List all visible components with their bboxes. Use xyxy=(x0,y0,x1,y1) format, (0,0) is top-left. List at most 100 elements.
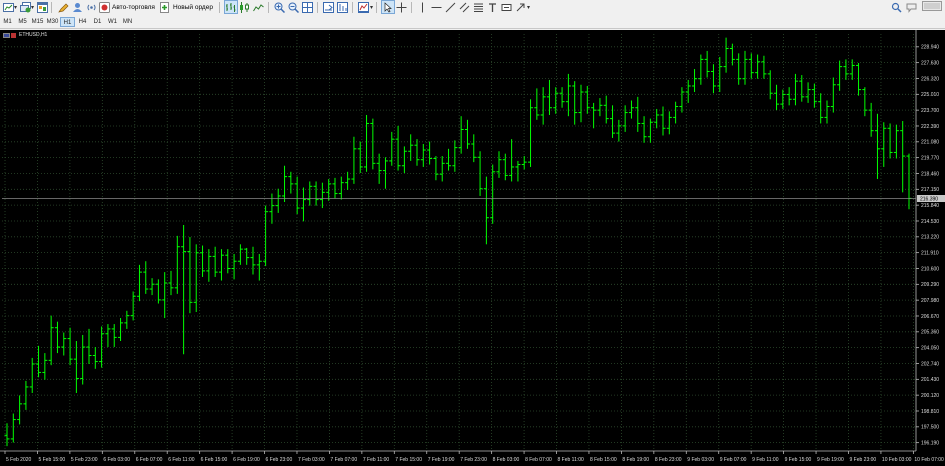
time-tick-label: 5 Feb 2020 xyxy=(6,457,32,463)
autotrading-button[interactable]: Авто-торговля xyxy=(97,1,158,13)
time-tick-label: 7 Feb 07:00 xyxy=(330,457,357,463)
chat-button[interactable] xyxy=(905,1,917,13)
fibonacci-icon xyxy=(473,1,485,13)
price-tick-label: 228.940 xyxy=(921,45,939,51)
time-tick-label: 7 Feb 15:00 xyxy=(395,457,422,463)
price-chart[interactable]: 228.940 227.630 226.320 225.010 223.700 222.3… xyxy=(0,30,945,466)
time-tick-label: 9 Feb 19:00 xyxy=(817,457,844,463)
crosshair-button[interactable] xyxy=(396,1,408,13)
market-watch-button[interactable] xyxy=(57,1,69,13)
chart-symbol-label: ETHUSD,H1 xyxy=(3,32,47,38)
time-tick-label: 7 Feb 19:00 xyxy=(428,457,455,463)
timeframe-h4[interactable]: H4 xyxy=(75,17,90,27)
price-tick-label: 214.530 xyxy=(921,219,939,225)
timeframe-toolbar: M1 M5 M15 M30 H1 H4 D1 W1 MN xyxy=(0,15,945,29)
chart-shift-button[interactable] xyxy=(323,1,335,13)
cursor-icon xyxy=(382,1,394,13)
arrows-button[interactable]: ▾ xyxy=(515,1,530,13)
search-button[interactable] xyxy=(890,1,902,13)
time-tick-label: 6 Feb 23:00 xyxy=(266,457,293,463)
text-button[interactable] xyxy=(487,1,499,13)
label-button[interactable] xyxy=(501,1,513,13)
timeframe-h1[interactable]: H1 xyxy=(60,16,75,27)
price-tick-label: 223.700 xyxy=(921,108,939,114)
profiles-button[interactable]: ▾ xyxy=(19,1,34,13)
arrows-icon xyxy=(515,1,527,13)
time-tick-label: 8 Feb 23:00 xyxy=(655,457,682,463)
time-tick-label: 10 Feb 03:00 xyxy=(882,457,912,463)
price-tick-label: 207.980 xyxy=(921,298,939,304)
autoscroll-button[interactable] xyxy=(337,1,349,13)
time-tick-label: 6 Feb 19:00 xyxy=(233,457,260,463)
timeframe-d1[interactable]: D1 xyxy=(90,17,105,27)
price-tick-label: 200.120 xyxy=(921,393,939,399)
autoscroll-icon xyxy=(337,1,349,13)
time-tick-label: 5 Feb 15:00 xyxy=(38,457,65,463)
connection-icon xyxy=(922,1,942,14)
windows-icon xyxy=(36,1,48,13)
trendline-icon xyxy=(445,1,457,13)
indicators-button[interactable]: ▾ xyxy=(358,1,373,13)
main-toolbar: ▾ ▾ Авто-торговля Новый ордер ▾ ▾ xyxy=(0,0,945,14)
price-tick-label: 202.740 xyxy=(921,361,939,367)
timeframe-mn[interactable]: MN xyxy=(120,17,135,27)
chevron-down-icon: ▾ xyxy=(31,4,35,11)
chat-icon xyxy=(905,1,917,13)
time-tick-label: 7 Feb 03:00 xyxy=(298,457,325,463)
time-tick-label: 9 Feb 07:00 xyxy=(720,457,747,463)
signals-button[interactable] xyxy=(85,1,97,13)
navigator-button[interactable] xyxy=(71,1,83,13)
price-tick-label: 205.360 xyxy=(921,330,939,336)
timeframe-m15[interactable]: M15 xyxy=(30,17,45,27)
chart-canvas: 228.940 227.630 226.320 225.010 223.700 222.3… xyxy=(0,30,945,463)
tile-windows-button[interactable] xyxy=(302,1,314,13)
candlestick-button[interactable] xyxy=(239,1,251,13)
current-price-label: 216.390 xyxy=(920,196,938,202)
fibonacci-button[interactable] xyxy=(473,1,485,13)
timeframe-m5[interactable]: M5 xyxy=(15,17,30,27)
time-tick-label: 6 Feb 15:00 xyxy=(201,457,228,463)
line-chart-button[interactable] xyxy=(253,1,265,13)
time-tick-label: 6 Feb 07:00 xyxy=(136,457,163,463)
timeframe-m1[interactable]: M1 xyxy=(0,17,15,27)
new-chart-icon xyxy=(2,1,14,13)
channel-icon xyxy=(459,1,471,13)
vertical-line-button[interactable] xyxy=(417,1,429,13)
server-status xyxy=(922,1,942,14)
chevron-down-icon: ▾ xyxy=(369,4,373,11)
toolbar-divider xyxy=(51,1,53,13)
window-button[interactable] xyxy=(36,1,48,13)
zoom-in-icon xyxy=(274,1,286,13)
time-tick-label: 9 Feb 11:00 xyxy=(752,457,779,463)
time-tick-label: 8 Feb 19:00 xyxy=(622,457,649,463)
label-icon xyxy=(501,1,513,13)
price-tick-label: 227.630 xyxy=(921,60,939,66)
new-order-button[interactable]: Новый ордер xyxy=(158,1,216,13)
candlestick-icon xyxy=(239,1,251,13)
price-tick-label: 221.080 xyxy=(921,140,939,146)
timeframe-w1[interactable]: W1 xyxy=(105,17,120,27)
zoom-in-button[interactable] xyxy=(274,1,286,13)
zoom-out-button[interactable] xyxy=(288,1,300,13)
text-icon xyxy=(487,1,499,13)
search-icon xyxy=(890,1,902,13)
time-tick-label: 8 Feb 07:00 xyxy=(525,457,552,463)
channel-button[interactable] xyxy=(459,1,471,13)
crosshair-icon xyxy=(396,1,408,13)
time-tick-label: 8 Feb 03:00 xyxy=(493,457,520,463)
toolbar-divider xyxy=(375,1,377,13)
price-tick-label: 196.190 xyxy=(921,440,939,446)
trendline-button[interactable] xyxy=(445,1,457,13)
broadcast-icon xyxy=(85,1,97,13)
price-tick-label: 226.320 xyxy=(921,76,939,82)
price-tick-label: 217.150 xyxy=(921,187,939,193)
cursor-button[interactable] xyxy=(380,0,395,14)
new-chart-button[interactable]: ▾ xyxy=(2,1,17,13)
chevron-down-icon: ▾ xyxy=(14,4,18,11)
price-tick-label: 197.500 xyxy=(921,425,939,431)
price-tick-label: 218.460 xyxy=(921,171,939,177)
bar-chart-button[interactable] xyxy=(223,0,238,14)
horizontal-line-button[interactable] xyxy=(431,1,443,13)
new-order-label: Новый ордер xyxy=(172,3,213,11)
timeframe-m30[interactable]: M30 xyxy=(45,17,60,27)
